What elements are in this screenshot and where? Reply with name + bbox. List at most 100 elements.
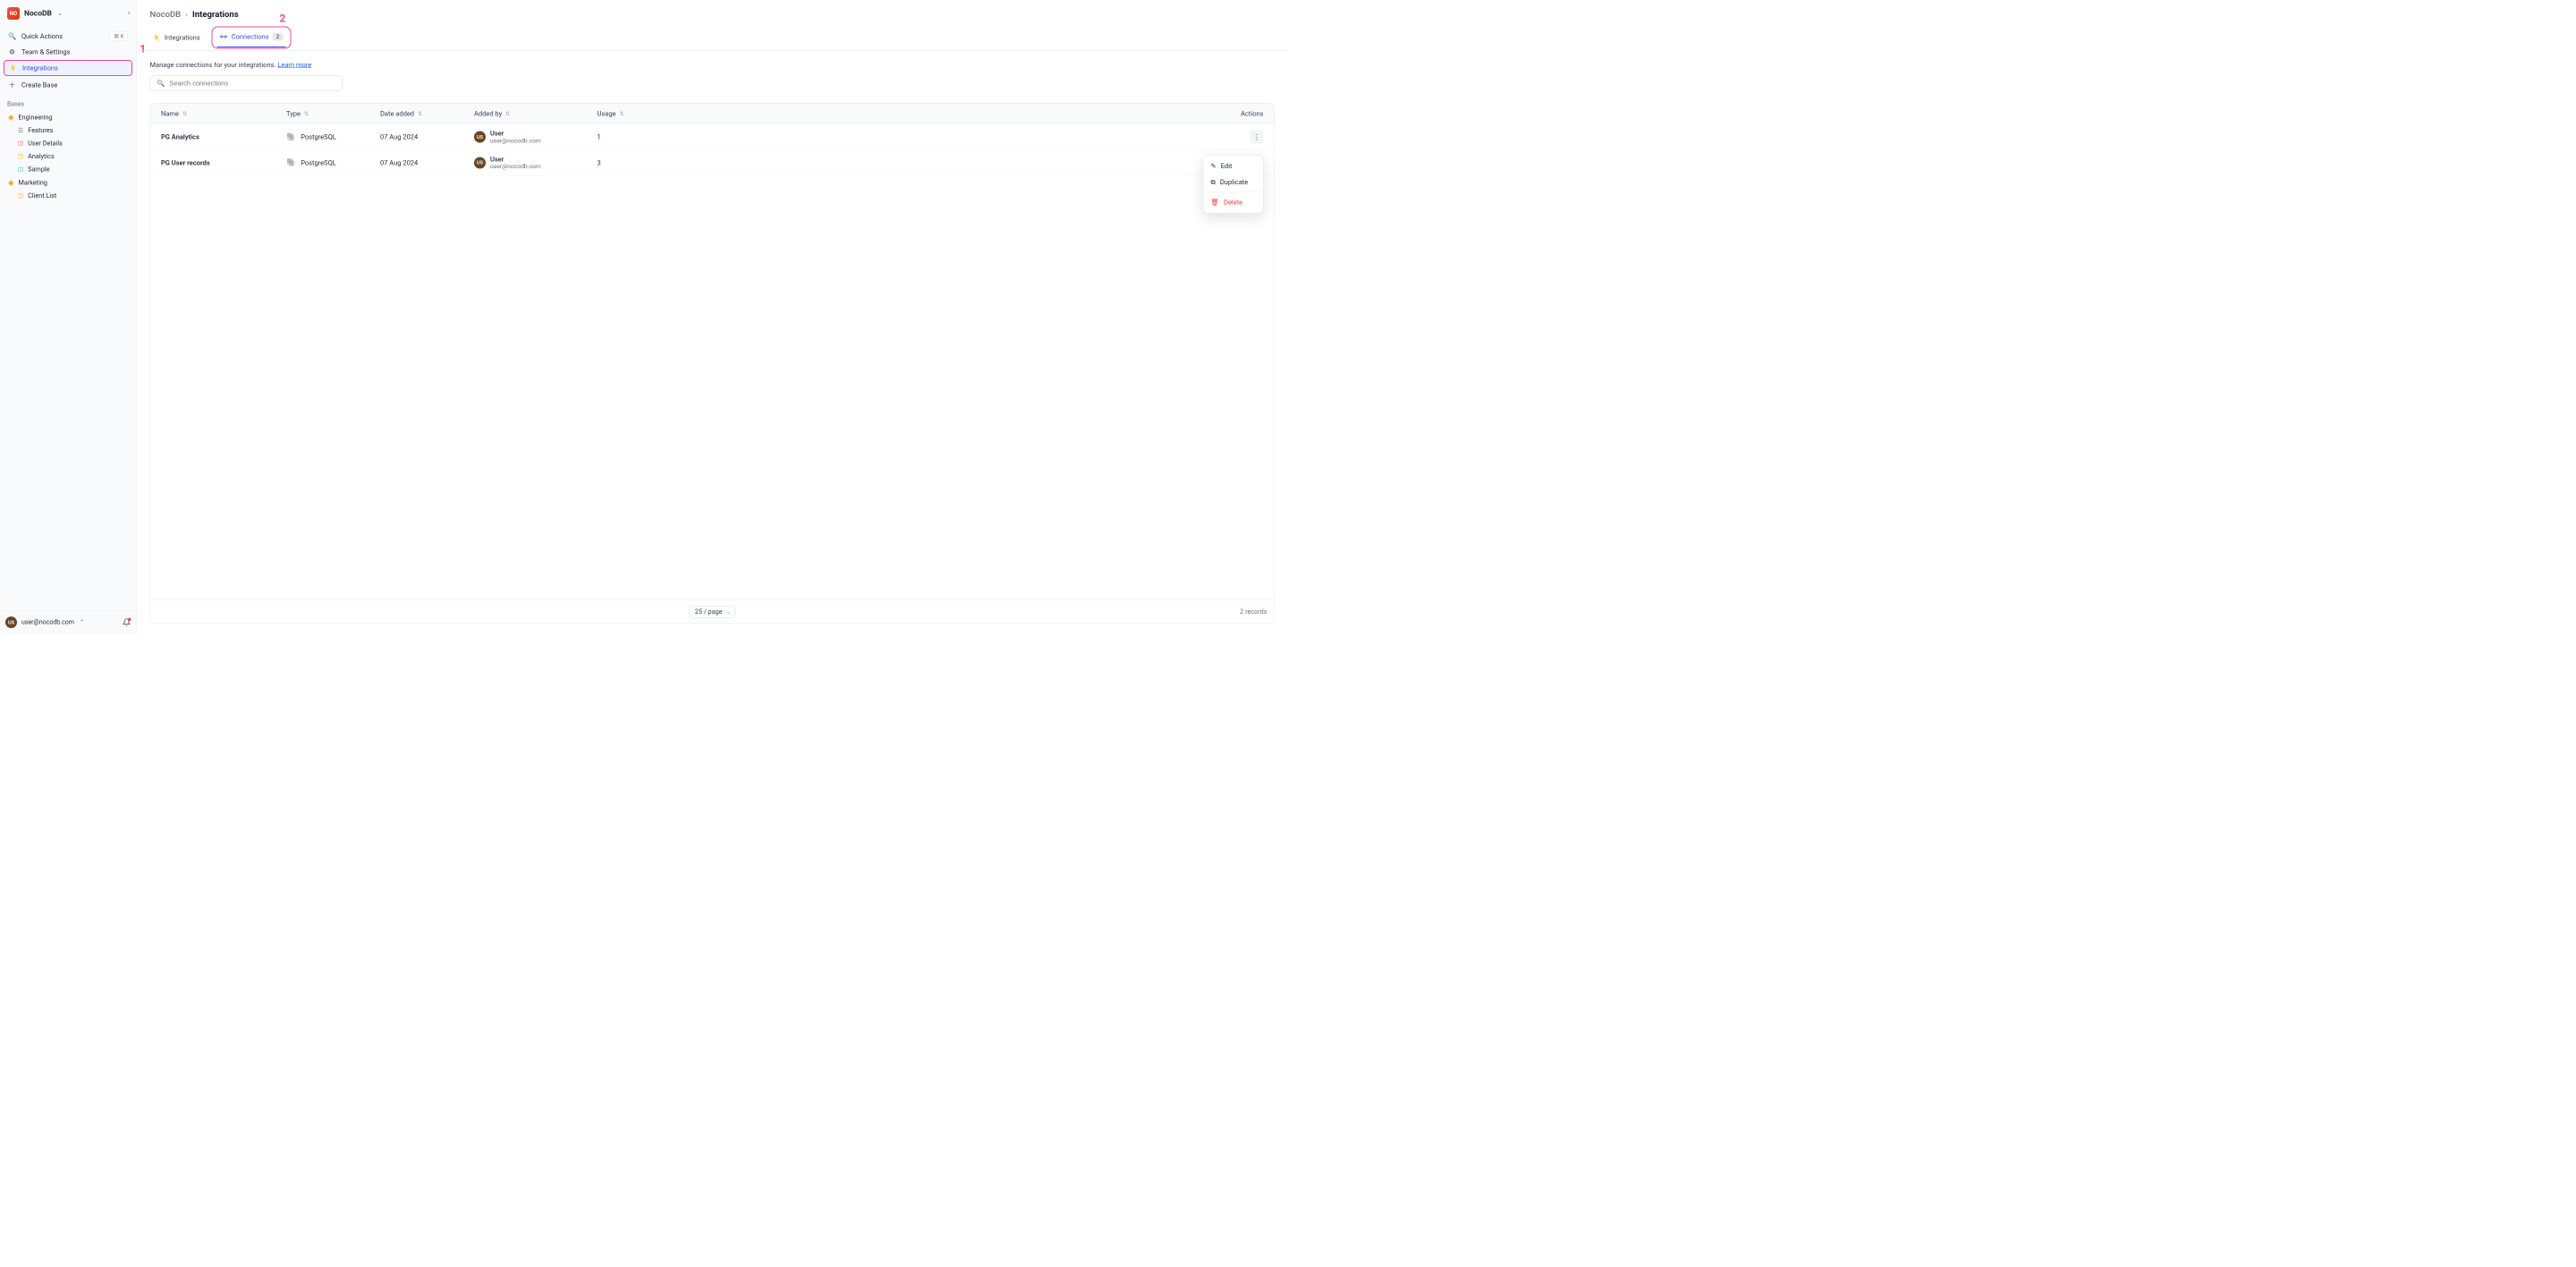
bases-header: Bases — [0, 95, 136, 111]
db-icon: ◫ — [18, 166, 23, 174]
search-icon: 🔍 — [157, 80, 165, 88]
annotation-2: 2 — [279, 13, 285, 25]
cell-date: 07 Aug 2024 — [380, 158, 474, 166]
search-input[interactable] — [169, 80, 335, 88]
postgres-icon: 🐘 — [286, 158, 296, 168]
sort-icon[interactable]: ⇅ — [182, 111, 187, 117]
page-size-select[interactable]: 25 / page ⌄ — [689, 606, 735, 618]
avatar[interactable]: US — [5, 616, 17, 628]
page-size-label: 25 / page — [695, 608, 723, 616]
user-email: user@nocodb.com — [490, 137, 541, 144]
plus-icon: ＋ — [8, 81, 16, 90]
nav-label: Quick Actions — [21, 32, 63, 40]
menu-label: Duplicate — [1220, 178, 1248, 186]
tree-label: Features — [28, 127, 53, 135]
table-client-list[interactable]: ◫ Client List — [4, 190, 132, 203]
cell-usage: 1 — [597, 133, 656, 141]
nav-team-settings[interactable]: ⚙ Team & Settings — [4, 45, 132, 59]
menu-duplicate[interactable]: ⧉ Duplicate — [1204, 174, 1264, 191]
col-added-by[interactable]: Added by — [474, 110, 502, 118]
bell-icon[interactable] — [123, 618, 131, 626]
avatar: US — [474, 157, 486, 168]
tab-label: Integrations — [165, 34, 200, 42]
tree-label: Client List — [28, 192, 56, 200]
sort-icon[interactable]: ⇅ — [505, 111, 510, 117]
nav-quick-actions[interactable]: 🔍 Quick Actions ⌘ K — [4, 29, 132, 44]
collapse-sidebar-icon[interactable]: « — [127, 8, 131, 17]
row-context-menu: ✎ Edit ⧉ Duplicate 🗑 Delete — [1203, 155, 1264, 214]
cell-type: PostgreSQL — [301, 133, 336, 141]
gear-icon: ⚙ — [8, 48, 16, 56]
nav-create-base[interactable]: ＋ Create Base — [4, 77, 132, 93]
table-sample[interactable]: ◫ Sample — [4, 163, 132, 176]
copy-icon: ⧉ — [1211, 178, 1216, 186]
menu-label: Delete — [1224, 199, 1242, 207]
db-icon: ◫ — [18, 140, 23, 148]
tree-label: Engineering — [19, 114, 53, 122]
avatar: US — [474, 132, 486, 143]
db-icon: ◫ — [18, 153, 23, 160]
search-icon: 🔍 — [8, 32, 16, 40]
user-name: User — [490, 130, 541, 137]
search-box[interactable]: 🔍 — [150, 75, 343, 91]
description: Manage connections for your integrations… — [150, 61, 1275, 69]
tree-label: User Details — [28, 140, 63, 148]
col-usage[interactable]: Usage — [597, 110, 616, 118]
table-row[interactable]: PG Analytics 🐘PostgreSQL 07 Aug 2024 US … — [150, 124, 1275, 150]
tab-integrations[interactable]: ⚡ Integrations — [150, 27, 203, 51]
postgres-icon: 🐘 — [286, 132, 296, 142]
table-analytics[interactable]: ◫ Analytics — [4, 150, 132, 164]
cell-name: PG User records — [161, 158, 286, 166]
workspace-chevron-down-icon[interactable]: ⌄ — [57, 10, 63, 17]
sort-icon[interactable]: ⇅ — [304, 111, 309, 117]
menu-edit[interactable]: ✎ Edit — [1204, 158, 1264, 174]
cell-type: PostgreSQL — [301, 158, 336, 166]
col-type[interactable]: Type — [286, 110, 301, 118]
menu-delete[interactable]: 🗑 Delete — [1204, 194, 1264, 210]
base-marketing[interactable]: ◉ Marketing — [4, 176, 132, 190]
breadcrumb-page: Integrations — [192, 9, 239, 20]
base-engineering[interactable]: ◉ Engineering — [4, 111, 132, 124]
app-name[interactable]: NocoDB — [24, 9, 52, 18]
records-count: 2 records — [1240, 608, 1267, 616]
chevron-right-icon: › — [185, 9, 188, 20]
kbd-shortcut: ⌘ K — [110, 32, 128, 41]
user-email: user@nocodb.com — [490, 163, 541, 170]
base-icon: ◉ — [8, 179, 14, 187]
tree-label: Marketing — [19, 179, 47, 187]
row-actions-button[interactable]: ⋮ — [1250, 131, 1264, 144]
cell-usage: 3 — [597, 158, 656, 166]
tree-label: Sample — [28, 166, 49, 174]
app-logo: NO — [7, 7, 20, 20]
col-actions: Actions — [1241, 110, 1263, 118]
sort-icon[interactable]: ⇅ — [620, 111, 624, 117]
pencil-icon: ✎ — [1211, 162, 1216, 170]
nav-label: Create Base — [21, 81, 57, 89]
cell-date: 07 Aug 2024 — [380, 133, 474, 141]
table-user-details[interactable]: ◫ User Details — [4, 137, 132, 150]
sidebar: NO NocoDB ⌄ « 1 🔍 Quick Actions ⌘ K ⚙ Te… — [0, 0, 137, 634]
table-row[interactable]: PG User records 🐘PostgreSQL 07 Aug 2024 … — [150, 150, 1275, 176]
menu-label: Edit — [1221, 162, 1233, 170]
col-date[interactable]: Date added — [380, 110, 414, 118]
breadcrumb: NocoDB › Integrations — [137, 0, 1289, 21]
connections-table: Name⇅ Type⇅ Date added⇅ Added by⇅ Usage⇅… — [150, 103, 1275, 624]
learn-more-link[interactable]: Learn more — [277, 61, 311, 69]
view-features[interactable]: ☰ Features — [4, 124, 132, 138]
breadcrumb-root[interactable]: NocoDB — [150, 9, 182, 20]
footer-email[interactable]: user@nocodb.com — [21, 619, 74, 626]
menu-separator — [1204, 192, 1264, 193]
layers-icon: ☰ — [18, 127, 23, 134]
link-icon — [220, 33, 228, 41]
chevron-up-icon[interactable]: ⌃ — [80, 619, 85, 626]
nav-integrations[interactable]: ⚡ Integrations — [4, 60, 132, 76]
trash-icon: 🗑 — [1211, 199, 1220, 207]
tab-count-badge: 2 — [273, 33, 284, 41]
plug-icon: ⚡ — [151, 32, 163, 44]
sort-icon[interactable]: ⇅ — [418, 111, 422, 117]
tab-connections[interactable]: Connections 2 — [217, 29, 286, 47]
base-icon: ◉ — [8, 114, 14, 122]
nav-label: Integrations — [22, 64, 58, 72]
plug-icon: ⚡ — [7, 63, 19, 74]
col-name[interactable]: Name — [161, 110, 179, 118]
